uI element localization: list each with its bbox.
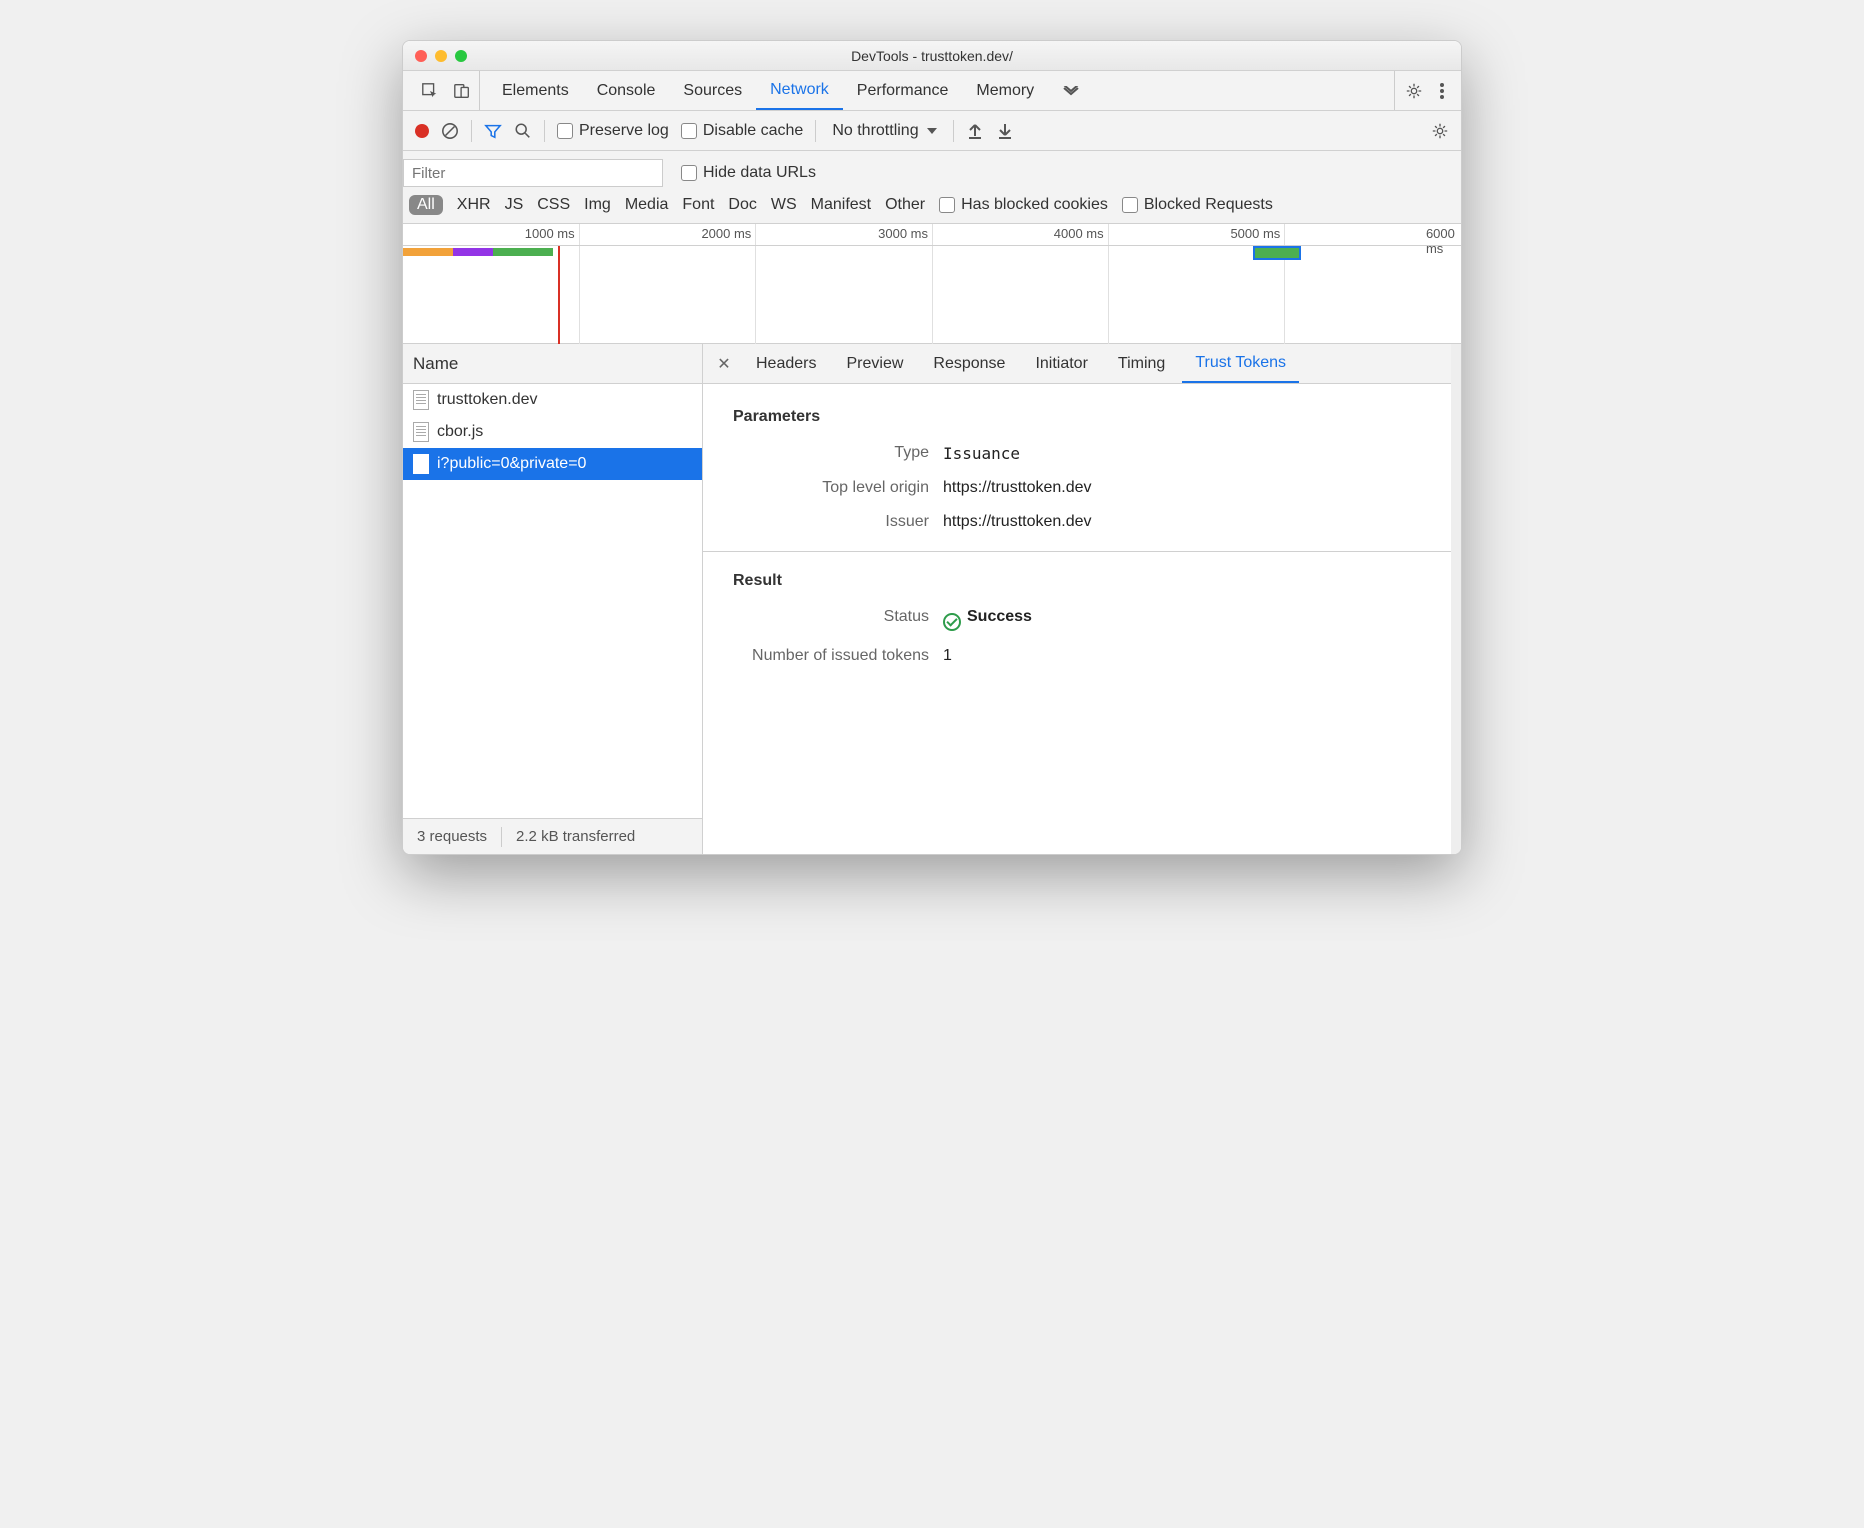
timeline-overview[interactable]: 1000 ms 2000 ms 3000 ms 4000 ms 5000 ms … (403, 224, 1461, 344)
filter-font[interactable]: Font (682, 196, 714, 214)
filter-doc[interactable]: Doc (728, 196, 756, 214)
detail-tab-initiator[interactable]: Initiator (1022, 344, 1100, 383)
more-tabs-button[interactable] (1048, 71, 1094, 110)
main-tabs: Elements Console Sources Network Perform… (403, 71, 1461, 111)
filter-ws[interactable]: WS (771, 196, 797, 214)
hide-data-urls-checkbox[interactable]: Hide data URLs (681, 164, 816, 182)
request-count: 3 requests (403, 828, 501, 845)
filter-icon[interactable] (484, 122, 502, 140)
window-title: DevTools - trusttoken.dev/ (403, 48, 1461, 64)
timeline-cursor[interactable] (558, 246, 560, 344)
detail-tab-trust-tokens[interactable]: Trust Tokens (1182, 344, 1299, 383)
request-detail: ✕ Headers Preview Response Initiator Tim… (703, 344, 1461, 854)
scrollbar[interactable] (1451, 344, 1461, 854)
inspect-element-icon[interactable] (421, 82, 439, 100)
tab-console[interactable]: Console (583, 71, 670, 110)
upload-har-icon[interactable] (966, 122, 984, 140)
checkbox-icon (681, 123, 697, 139)
request-list: Name trusttoken.dev cbor.js i?public=0&p… (403, 344, 703, 854)
filter-js[interactable]: JS (505, 196, 524, 214)
tab-performance[interactable]: Performance (843, 71, 963, 110)
filter-media[interactable]: Media (625, 196, 669, 214)
clear-icon[interactable] (441, 122, 459, 140)
kebab-menu-icon[interactable] (1433, 82, 1451, 100)
filter-manifest[interactable]: Manifest (811, 196, 871, 214)
devtools-window: DevTools - trusttoken.dev/ Elements Cons… (402, 40, 1462, 855)
tab-memory[interactable]: Memory (962, 71, 1048, 110)
filter-xhr[interactable]: XHR (457, 196, 491, 214)
parameters-heading: Parameters (733, 408, 1431, 426)
status-bar: 3 requests 2.2 kB transferred (403, 818, 702, 854)
checkbox-icon (1122, 197, 1138, 213)
filter-css[interactable]: CSS (537, 196, 570, 214)
issuer-value: https://trusttoken.dev (943, 513, 1092, 531)
titlebar: DevTools - trusttoken.dev/ (403, 41, 1461, 71)
timeline-selection[interactable] (1253, 246, 1301, 260)
filter-all[interactable]: All (409, 195, 443, 215)
download-har-icon[interactable] (996, 122, 1014, 140)
name-column-header[interactable]: Name (403, 344, 702, 384)
filter-bar: Hide data URLs (403, 151, 1461, 187)
result-heading: Result (733, 572, 1431, 590)
preserve-log-checkbox[interactable]: Preserve log (557, 122, 669, 140)
success-icon (943, 613, 961, 631)
detail-tab-preview[interactable]: Preview (833, 344, 916, 383)
issued-tokens-value: 1 (943, 647, 952, 665)
device-toolbar-icon[interactable] (453, 82, 471, 100)
filter-other[interactable]: Other (885, 196, 925, 214)
file-icon (413, 390, 429, 410)
has-blocked-cookies-checkbox[interactable]: Has blocked cookies (939, 196, 1108, 214)
checkbox-icon (557, 123, 573, 139)
network-settings-icon[interactable] (1431, 122, 1449, 140)
search-icon[interactable] (514, 122, 532, 140)
request-row[interactable]: i?public=0&private=0 (403, 448, 702, 480)
checkbox-icon (939, 197, 955, 213)
blocked-requests-checkbox[interactable]: Blocked Requests (1122, 196, 1273, 214)
close-detail-button[interactable]: ✕ (709, 354, 739, 374)
detail-tab-timing[interactable]: Timing (1105, 344, 1178, 383)
request-row[interactable]: cbor.js (403, 416, 702, 448)
file-icon (413, 454, 429, 474)
status-value: Success (943, 608, 1032, 631)
request-row[interactable]: trusttoken.dev (403, 384, 702, 416)
file-icon (413, 422, 429, 442)
top-level-origin-value: https://trusttoken.dev (943, 479, 1092, 497)
transferred-size: 2.2 kB transferred (502, 828, 649, 845)
type-value: Issuance (943, 444, 1020, 463)
record-button[interactable] (415, 124, 429, 138)
network-toolbar: Preserve log Disable cache No throttling (403, 111, 1461, 151)
resource-type-filter: All XHR JS CSS Img Media Font Doc WS Man… (403, 187, 1461, 224)
tab-sources[interactable]: Sources (669, 71, 756, 110)
tab-network[interactable]: Network (756, 71, 843, 110)
filter-img[interactable]: Img (584, 196, 611, 214)
detail-tab-response[interactable]: Response (920, 344, 1018, 383)
throttling-select[interactable]: No throttling (828, 122, 940, 140)
checkbox-icon (681, 165, 697, 181)
settings-icon[interactable] (1405, 82, 1423, 100)
detail-tab-headers[interactable]: Headers (743, 344, 829, 383)
disable-cache-checkbox[interactable]: Disable cache (681, 122, 804, 140)
tab-elements[interactable]: Elements (488, 71, 583, 110)
filter-input[interactable] (403, 159, 663, 187)
